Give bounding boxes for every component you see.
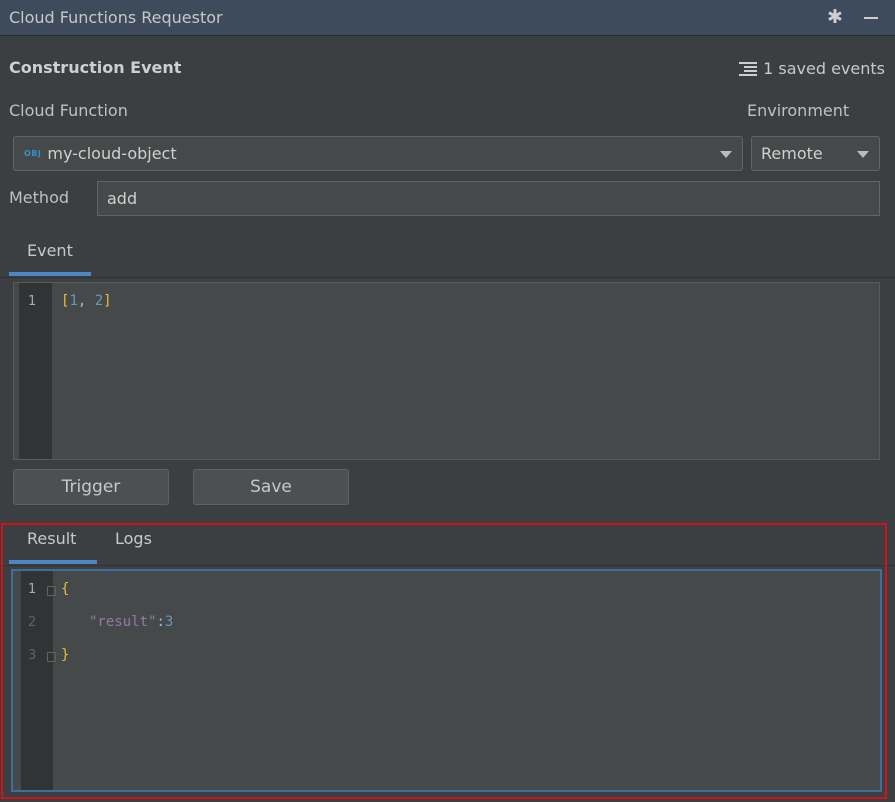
cloud-function-select[interactable]: OBJ my-cloud-object	[13, 136, 743, 171]
section-title: Construction Event	[9, 58, 182, 77]
list-icon	[737, 61, 758, 77]
chevron-down-icon	[857, 151, 869, 158]
saved-events-label: 1 saved events	[763, 59, 885, 78]
cloud-object-icon: OBJ	[24, 149, 42, 158]
environment-label: Environment	[747, 101, 850, 120]
highlight-box	[1, 523, 887, 799]
chevron-down-icon	[720, 151, 732, 158]
code-line: [1, 2]	[61, 293, 112, 309]
event-editor[interactable]: 1 [1, 2]	[13, 282, 880, 460]
event-tab-bar: Event	[0, 236, 895, 278]
cloud-function-label: Cloud Function	[9, 101, 128, 120]
trigger-button[interactable]: Trigger	[13, 469, 169, 505]
environment-value: Remote	[761, 144, 823, 163]
tab-event[interactable]: Event	[27, 241, 73, 260]
minimize-icon[interactable]	[864, 17, 878, 19]
gear-icon[interactable]: ✱	[824, 6, 846, 28]
saved-events-link[interactable]: 1 saved events	[737, 59, 885, 78]
method-label: Method	[9, 188, 70, 207]
environment-select[interactable]: Remote	[751, 136, 880, 171]
line-number: 1	[28, 294, 37, 309]
save-button[interactable]: Save	[193, 469, 349, 505]
editor-gutter	[19, 283, 52, 459]
window-title: Cloud Functions Requestor	[9, 8, 223, 27]
cloud-function-value: my-cloud-object	[47, 144, 177, 163]
tab-event-indicator	[9, 272, 91, 276]
title-bar: Cloud Functions Requestor ✱	[0, 0, 895, 36]
method-input[interactable]: add	[97, 181, 880, 216]
